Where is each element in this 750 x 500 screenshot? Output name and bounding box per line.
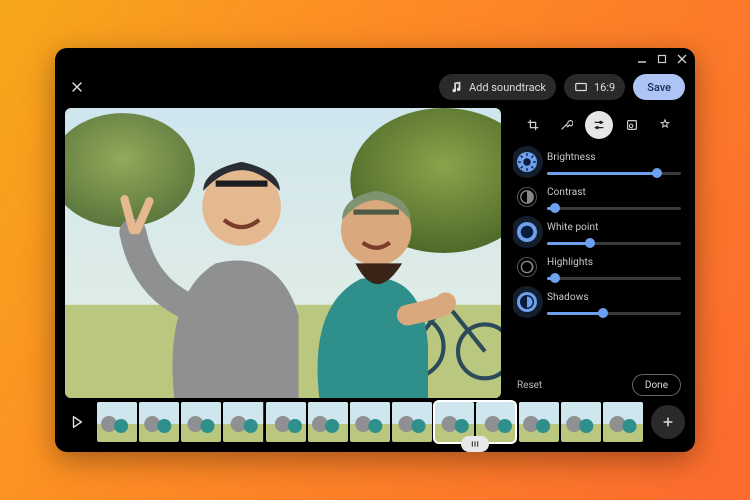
timeline-frame[interactable] bbox=[350, 402, 390, 442]
save-button[interactable]: Save bbox=[633, 74, 685, 100]
timeline-frame[interactable] bbox=[519, 402, 559, 442]
filters-icon bbox=[625, 118, 639, 132]
sliders-icon bbox=[592, 118, 606, 132]
timeline-frame[interactable] bbox=[181, 402, 221, 442]
adjust-slider[interactable] bbox=[547, 272, 681, 284]
add-clip-button[interactable] bbox=[651, 405, 685, 439]
adjust-icon[interactable] bbox=[517, 257, 537, 277]
editor-content: Brightness Contrast White point Highlights S… bbox=[55, 104, 695, 398]
add-soundtrack-label: Add soundtrack bbox=[469, 81, 546, 94]
timeline-frame[interactable] bbox=[308, 402, 348, 442]
back-close-button[interactable] bbox=[65, 75, 89, 99]
play-button[interactable] bbox=[65, 410, 89, 434]
editor-toolbar: Add soundtrack 16:9 Save bbox=[55, 70, 695, 104]
adjustments-list: Brightness Contrast White point Highlights S… bbox=[513, 142, 685, 368]
adjust-slider[interactable] bbox=[547, 202, 681, 214]
timeline-frame[interactable] bbox=[97, 402, 137, 442]
timeline-frame[interactable] bbox=[434, 402, 474, 442]
tool-tab-effects[interactable] bbox=[651, 111, 679, 139]
adjust-icon[interactable] bbox=[517, 187, 537, 207]
adjust-slider[interactable] bbox=[547, 167, 681, 179]
tool-tab-crop-rotate[interactable] bbox=[519, 111, 547, 139]
tool-tab-tools[interactable] bbox=[552, 111, 580, 139]
adjust-icon[interactable] bbox=[517, 152, 537, 172]
adjust-icon[interactable] bbox=[517, 222, 537, 242]
reset-button[interactable]: Reset bbox=[517, 380, 542, 391]
crop-rotate-icon bbox=[526, 118, 540, 132]
adjust-label: White point bbox=[547, 222, 681, 233]
tool-tab-sliders[interactable] bbox=[585, 111, 613, 139]
window-maximize-button[interactable] bbox=[657, 54, 667, 64]
panel-footer: Reset Done bbox=[513, 368, 685, 398]
adjust-label: Brightness bbox=[547, 152, 681, 163]
timeline-frame[interactable] bbox=[561, 402, 601, 442]
titlebar bbox=[55, 48, 695, 70]
window-close-button[interactable] bbox=[677, 54, 687, 64]
aspect-ratio-icon bbox=[574, 80, 588, 94]
adjust-slider[interactable] bbox=[547, 307, 681, 319]
tools-icon bbox=[559, 118, 573, 132]
aspect-ratio-label: 16:9 bbox=[594, 81, 615, 94]
tool-tabs bbox=[513, 108, 685, 142]
timeline-frame[interactable] bbox=[266, 402, 306, 442]
clip-strip[interactable] bbox=[97, 402, 643, 442]
timeline-frame[interactable] bbox=[476, 402, 516, 442]
adjust-icon[interactable] bbox=[517, 292, 537, 312]
effects-icon bbox=[658, 118, 672, 132]
add-soundtrack-button[interactable]: Add soundtrack bbox=[439, 74, 556, 100]
adjust-white-point: White point bbox=[515, 216, 683, 251]
tool-tab-filters[interactable] bbox=[618, 111, 646, 139]
adjust-shadows: Shadows bbox=[515, 286, 683, 321]
adjust-slider[interactable] bbox=[547, 237, 681, 249]
save-label: Save bbox=[647, 81, 671, 94]
adjust-highlights: Highlights bbox=[515, 251, 683, 286]
adjustments-panel: Brightness Contrast White point Highlights S… bbox=[513, 108, 685, 398]
timeline bbox=[55, 398, 695, 452]
done-button[interactable]: Done bbox=[632, 374, 681, 396]
adjust-label: Contrast bbox=[547, 187, 681, 198]
aspect-ratio-button[interactable]: 16:9 bbox=[564, 74, 625, 100]
music-note-icon bbox=[449, 80, 463, 94]
timeline-frame[interactable] bbox=[603, 402, 643, 442]
adjust-brightness: Brightness bbox=[515, 146, 683, 181]
adjust-label: Highlights bbox=[547, 257, 681, 268]
timeline-frame[interactable] bbox=[223, 402, 263, 442]
adjust-contrast: Contrast bbox=[515, 181, 683, 216]
timeline-frame[interactable] bbox=[139, 402, 179, 442]
timeline-frame[interactable] bbox=[392, 402, 432, 442]
app-window: Add soundtrack 16:9 Save bbox=[55, 48, 695, 452]
window-minimize-button[interactable] bbox=[637, 54, 647, 64]
adjust-label: Shadows bbox=[547, 292, 681, 303]
video-preview[interactable] bbox=[65, 108, 501, 398]
